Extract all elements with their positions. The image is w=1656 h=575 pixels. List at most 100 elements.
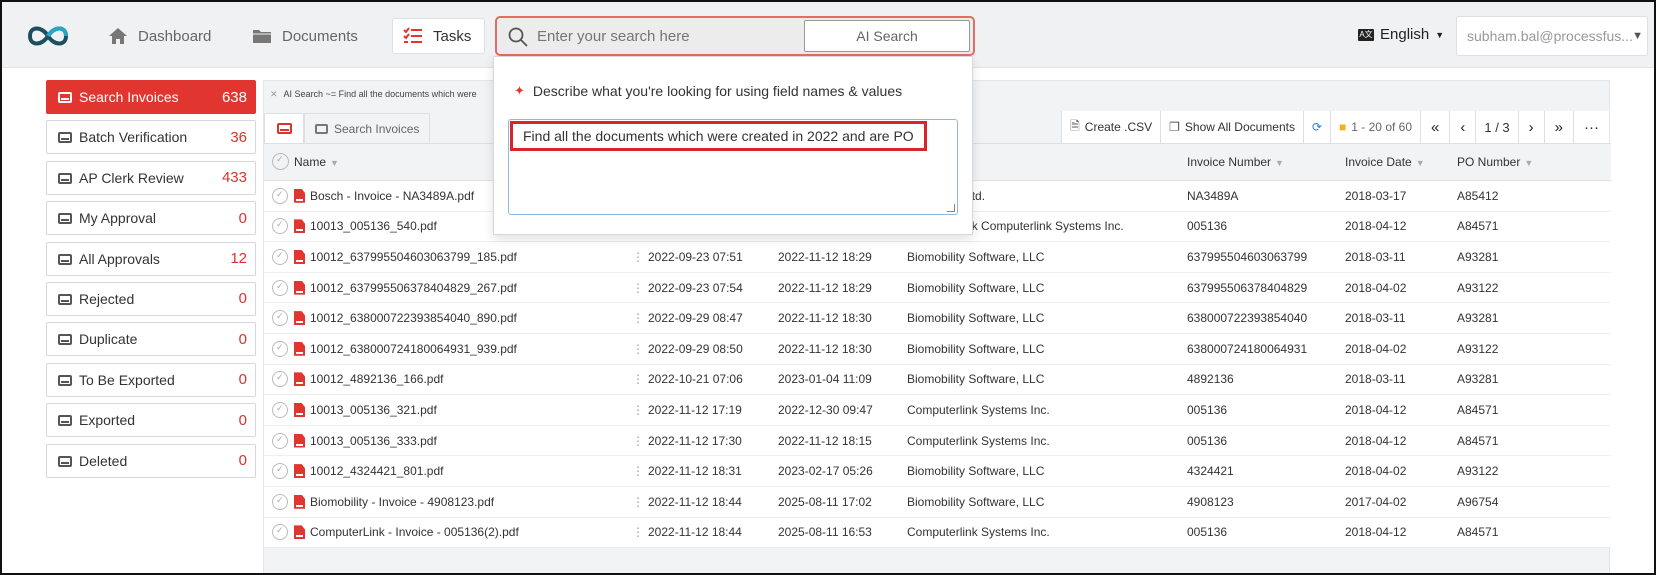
resize-handle[interactable] [947, 204, 955, 212]
row-checkbox[interactable] [272, 279, 288, 296]
cell-name[interactable]: 10012_637995506378404829_267.pdf [310, 281, 610, 295]
sidebar-item-duplicate[interactable]: Duplicate 0 [46, 322, 256, 357]
nav-documents[interactable]: Documents [242, 18, 368, 54]
nav-tasks-label: Tasks [433, 27, 472, 45]
sidebar-item-search-invoices[interactable]: Search Invoices 638 [46, 80, 256, 114]
inbox-icon [58, 374, 72, 386]
row-menu-icon[interactable]: ⋮ [632, 372, 644, 386]
cell-invoice-date: 2018-04-12 [1345, 402, 1407, 417]
cell-modified: 2022-11-12 18:30 [778, 341, 872, 356]
row-checkbox[interactable] [272, 371, 288, 388]
caret-down-icon: ▼ [1632, 30, 1643, 42]
row-checkbox[interactable] [272, 401, 288, 418]
row-checkbox[interactable] [272, 187, 288, 204]
sidebar-item-batch-verification[interactable]: Batch Verification 36 [46, 120, 256, 155]
row-menu-icon[interactable]: ⋮ [632, 403, 644, 417]
sidebar-item-deleted[interactable]: Deleted 0 [46, 443, 256, 478]
more-options-button[interactable]: ··· [1573, 111, 1609, 143]
sidebar-item-label: My Approval [79, 210, 157, 227]
cell-name[interactable]: 10012_4324421_801.pdf [310, 464, 610, 478]
cell-name[interactable]: 10012_4892136_166.pdf [310, 372, 610, 386]
sidebar-item-all-approvals[interactable]: All Approvals 12 [46, 241, 256, 276]
user-menu[interactable]: subham.bal@processfus... ▼ [1456, 16, 1648, 56]
sidebar-item-label: To Be Exported [79, 371, 175, 388]
table-row[interactable]: 10012_637995506378404829_267.pdf ⋮ 2022-09… [264, 272, 1611, 304]
cell-vendor: Biomobility Software, LLC [907, 280, 1045, 295]
last-page-button[interactable]: » [1543, 111, 1573, 143]
table-row[interactable]: 10012_638000722393854040_890.pdf ⋮ 2022-09… [264, 303, 1611, 334]
table-row[interactable]: 10012_4892136_166.pdf ⋮ 2022-10-21 07:06 20… [264, 364, 1611, 396]
tab-search-invoices[interactable]: Search Invoices [304, 113, 431, 143]
row-menu-icon[interactable]: ⋮ [632, 342, 644, 356]
file-icon: 🗎 [1070, 118, 1080, 133]
cell-invoice-number: 4324421 [1187, 464, 1234, 479]
table-row[interactable]: ComputerLink - Invoice - 005136(2).pdf ⋮ 2… [264, 517, 1611, 549]
create-csv-button[interactable]: 🗎 Create .CSV [1061, 111, 1161, 143]
table-row[interactable]: Biomobility - Invoice - 4908123.pdf ⋮ 2022… [264, 486, 1611, 518]
sidebar-item-label: Deleted [79, 452, 128, 469]
user-email: subham.bal@processfus... [1467, 28, 1633, 44]
table-row[interactable]: 10012_637995504603063799_185.pdf ⋮ 2022-09… [264, 242, 1611, 273]
row-menu-icon[interactable]: ⋮ [632, 525, 644, 539]
search-bar: AI Search [495, 16, 975, 56]
sidebar-item-rejected[interactable]: Rejected 0 [46, 281, 256, 316]
cell-name[interactable]: ComputerLink - Invoice - 005136(2).pdf [310, 525, 610, 539]
first-page-button[interactable]: « [1420, 111, 1450, 143]
tab-inbox[interactable] [264, 113, 304, 143]
row-checkbox[interactable] [272, 310, 288, 327]
ai-hint-text: Describe what you're looking for using f… [532, 83, 903, 99]
prev-page-button[interactable]: ‹ [1449, 111, 1476, 143]
cell-invoice-date: 2018-04-02 [1345, 280, 1407, 295]
sidebar-item-my-approval[interactable]: My Approval 0 [46, 201, 256, 236]
row-menu-icon[interactable]: ⋮ [632, 495, 644, 509]
cell-name[interactable]: 10012_637995504603063799_185.pdf [310, 250, 610, 264]
row-checkbox[interactable] [272, 248, 288, 265]
close-icon[interactable]: ✕ [270, 89, 278, 100]
refresh-button[interactable]: ⟳ [1302, 111, 1331, 143]
select-all-checkbox[interactable] [272, 153, 289, 170]
row-checkbox[interactable] [272, 340, 288, 357]
search-input[interactable] [537, 24, 797, 48]
row-menu-icon[interactable]: ⋮ [632, 281, 644, 295]
row-checkbox[interactable] [272, 463, 288, 480]
table-row[interactable]: 10013_005136_333.pdf ⋮ 2022-11-12 17:30 202… [264, 425, 1611, 457]
column-header-po-number[interactable]: PO Number ▼ [1457, 155, 1557, 169]
cell-name[interactable]: 10013_005136_333.pdf [310, 434, 610, 448]
cell-po-number: A93122 [1457, 464, 1499, 479]
ai-search-button[interactable]: AI Search [804, 20, 970, 52]
cell-invoice-number: 4908123 [1187, 494, 1234, 509]
logo-icon[interactable] [24, 20, 72, 52]
next-page-button[interactable]: › [1517, 111, 1544, 143]
cell-name[interactable]: 10012_638000724180064931_939.pdf [310, 342, 610, 356]
column-header-invoice-date[interactable]: Invoice Date ▼ [1345, 155, 1455, 169]
language-selector[interactable]: A文 English ▼ [1358, 26, 1444, 43]
cell-name[interactable]: 10012_638000722393854040_890.pdf [310, 311, 610, 325]
row-menu-icon[interactable]: ⋮ [632, 434, 644, 448]
language-icon: A文 [1358, 28, 1374, 41]
nav-dashboard[interactable]: Dashboard [98, 18, 221, 54]
cell-created: 2022-11-12 18:31 [648, 464, 742, 479]
row-menu-icon[interactable]: ⋮ [632, 250, 644, 264]
row-checkbox[interactable] [272, 218, 288, 235]
cell-name[interactable]: 10013_005136_321.pdf [310, 403, 610, 417]
row-menu-icon[interactable]: ⋮ [632, 464, 644, 478]
column-header-invoice-number[interactable]: Invoice Number ▼ [1187, 155, 1337, 169]
row-menu-icon[interactable]: ⋮ [632, 311, 644, 325]
sidebar-item-exported[interactable]: Exported 0 [46, 403, 256, 438]
caret-down-icon: ▼ [1435, 29, 1445, 40]
cell-invoice-date: 2018-04-02 [1345, 341, 1407, 356]
row-checkbox[interactable] [272, 432, 288, 449]
table-row[interactable]: 10012_4324421_801.pdf ⋮ 2022-11-12 18:31 20… [264, 456, 1611, 487]
show-all-documents-button[interactable]: ❐ Show All Documents [1160, 111, 1303, 143]
sidebar-item-to-be-exported[interactable]: To Be Exported 0 [46, 362, 256, 397]
table-row[interactable]: 10012_638000724180064931_939.pdf ⋮ 2022-09… [264, 333, 1611, 365]
language-label: English [1380, 26, 1430, 43]
row-checkbox[interactable] [272, 493, 288, 510]
column-header-label: PO Number [1457, 155, 1521, 169]
table-row[interactable]: 10013_005136_321.pdf ⋮ 2022-11-12 17:19 202… [264, 395, 1611, 426]
row-checkbox[interactable] [272, 524, 288, 541]
nav-tasks[interactable]: Tasks [392, 18, 485, 54]
cell-name[interactable]: Biomobility - Invoice - 4908123.pdf [310, 495, 610, 509]
ai-query-textarea[interactable]: Find all the documents which were create… [508, 119, 958, 215]
sidebar-item-ap-clerk-review[interactable]: AP Clerk Review 433 [46, 160, 256, 195]
